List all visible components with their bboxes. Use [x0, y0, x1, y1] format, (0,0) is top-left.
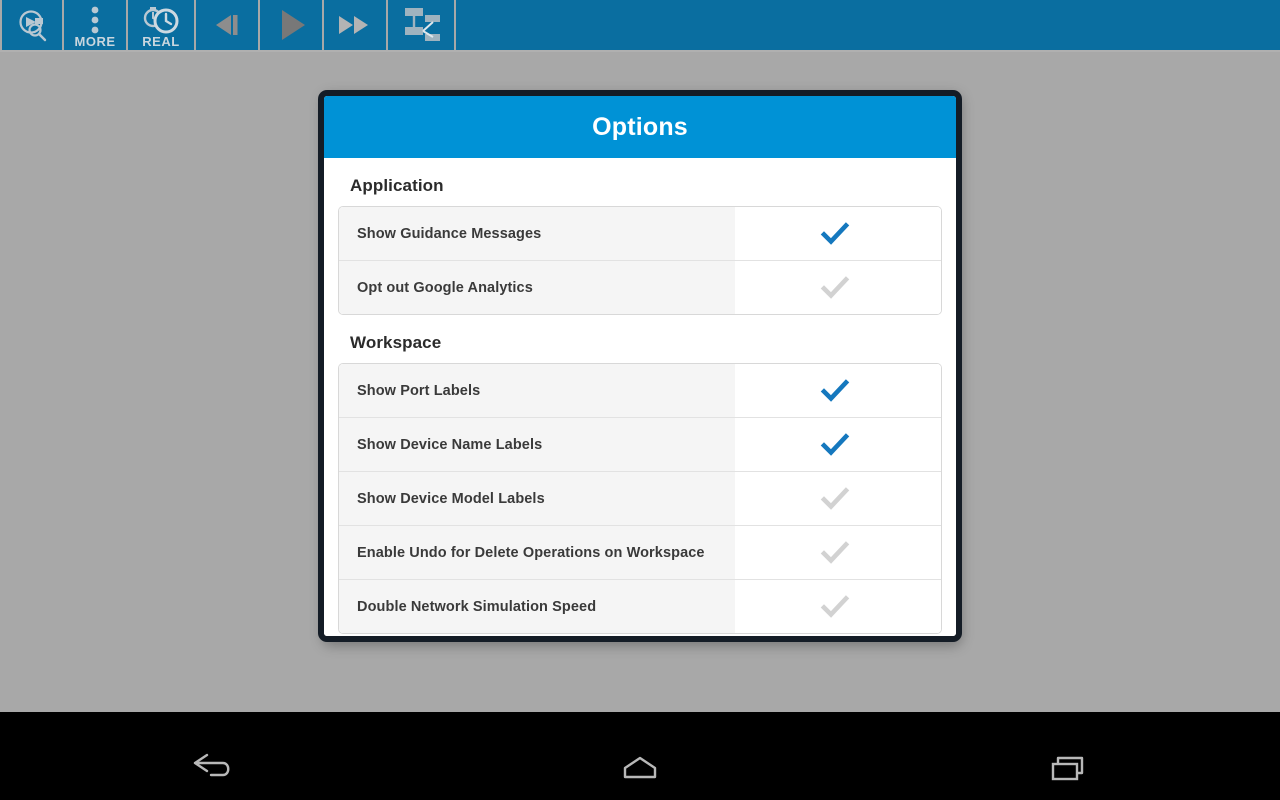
fast-forward-icon [335, 12, 375, 38]
checkmark-on-icon [820, 378, 850, 402]
checkmark-on-icon [820, 221, 850, 245]
section-title-workspace: Workspace [350, 333, 442, 352]
settings-card-application: Show Guidance Messages Opt out Google An… [338, 206, 942, 315]
checkmark-off-icon [820, 275, 850, 299]
option-label-pane: Show Guidance Messages [339, 207, 735, 260]
vertical-dots-icon [86, 6, 104, 36]
option-label: Show Device Model Labels [357, 490, 545, 507]
android-nav-bar [0, 740, 1280, 800]
play-icon [271, 7, 311, 43]
option-label: Show Guidance Messages [357, 225, 542, 242]
home-icon [614, 751, 666, 790]
realtime-mode-label: REAL [142, 34, 180, 49]
option-label-pane: Double Network Simulation Speed [339, 580, 735, 633]
checkmark-off-icon [820, 486, 850, 510]
option-row[interactable]: Enable Undo for Delete Operations on Wor… [339, 526, 941, 580]
option-toggle[interactable] [735, 261, 941, 314]
nav-recents-button[interactable] [853, 740, 1280, 800]
checkmark-off-icon [820, 540, 850, 564]
fast-forward-button[interactable] [324, 0, 388, 50]
option-row[interactable]: Show Port Labels [339, 364, 941, 418]
option-row[interactable]: Show Device Name Labels [339, 418, 941, 472]
option-row[interactable]: Show Guidance Messages [339, 207, 941, 261]
play-button[interactable] [260, 0, 324, 50]
option-row[interactable]: Show Device Model Labels [339, 472, 941, 526]
option-row[interactable]: Double Network Simulation Speed [339, 580, 941, 633]
step-back-icon [209, 11, 245, 39]
option-toggle[interactable] [735, 207, 941, 260]
option-toggle[interactable] [735, 418, 941, 471]
nav-bar-top-strip [0, 712, 1280, 740]
option-label: Double Network Simulation Speed [357, 598, 597, 615]
checkmark-off-icon [820, 594, 850, 618]
option-label-pane: Opt out Google Analytics [339, 261, 735, 314]
top-toolbar: MORE REAL [0, 0, 1280, 50]
network-topology-icon [399, 5, 443, 45]
dialog-title-bar: Options [324, 96, 956, 158]
option-label-pane: Enable Undo for Delete Operations on Wor… [339, 526, 735, 579]
option-toggle[interactable] [735, 472, 941, 525]
more-tools-button[interactable]: MORE [64, 0, 128, 50]
option-toggle[interactable] [735, 526, 941, 579]
settings-card-workspace: Show Port Labels Show Device Name Labels [338, 363, 942, 634]
inspect-tool-button[interactable] [0, 0, 64, 50]
option-label: Enable Undo for Delete Operations on Wor… [357, 544, 705, 561]
toolbar-empty-area [456, 0, 1280, 50]
app-root: MORE REAL Options Application Show Guida… [0, 0, 1280, 800]
section-title-application: Application [350, 176, 444, 195]
dialog-title: Options [592, 112, 688, 141]
option-toggle[interactable] [735, 364, 941, 417]
dialog-body[interactable]: Application Show Guidance Messages Opt o… [324, 158, 956, 636]
section-workspace: Workspace Show Port Labels Show Device N… [324, 315, 956, 634]
realtime-mode-button[interactable]: REAL [128, 0, 196, 50]
option-label: Opt out Google Analytics [357, 279, 533, 296]
dialog-inner: Options Application Show Guidance Messag… [324, 96, 956, 636]
option-label-pane: Show Device Model Labels [339, 472, 735, 525]
section-application: Application Show Guidance Messages Opt o… [324, 158, 956, 315]
step-back-button[interactable] [196, 0, 260, 50]
option-label-pane: Show Device Name Labels [339, 418, 735, 471]
back-arrow-icon [189, 752, 237, 789]
toolbar-divider [0, 50, 1280, 52]
option-row[interactable]: Opt out Google Analytics [339, 261, 941, 314]
checkmark-on-icon [820, 432, 850, 456]
magnifier-inspect-icon [14, 7, 50, 43]
options-dialog: Options Application Show Guidance Messag… [318, 90, 962, 642]
more-tools-label: MORE [74, 34, 116, 49]
option-label-pane: Show Port Labels [339, 364, 735, 417]
recents-icon [1041, 751, 1093, 790]
option-label: Show Port Labels [357, 382, 481, 399]
nav-back-button[interactable] [0, 740, 427, 800]
option-label: Show Device Name Labels [357, 436, 543, 453]
nav-home-button[interactable] [427, 740, 854, 800]
option-toggle[interactable] [735, 580, 941, 633]
network-topology-button[interactable] [388, 0, 456, 50]
